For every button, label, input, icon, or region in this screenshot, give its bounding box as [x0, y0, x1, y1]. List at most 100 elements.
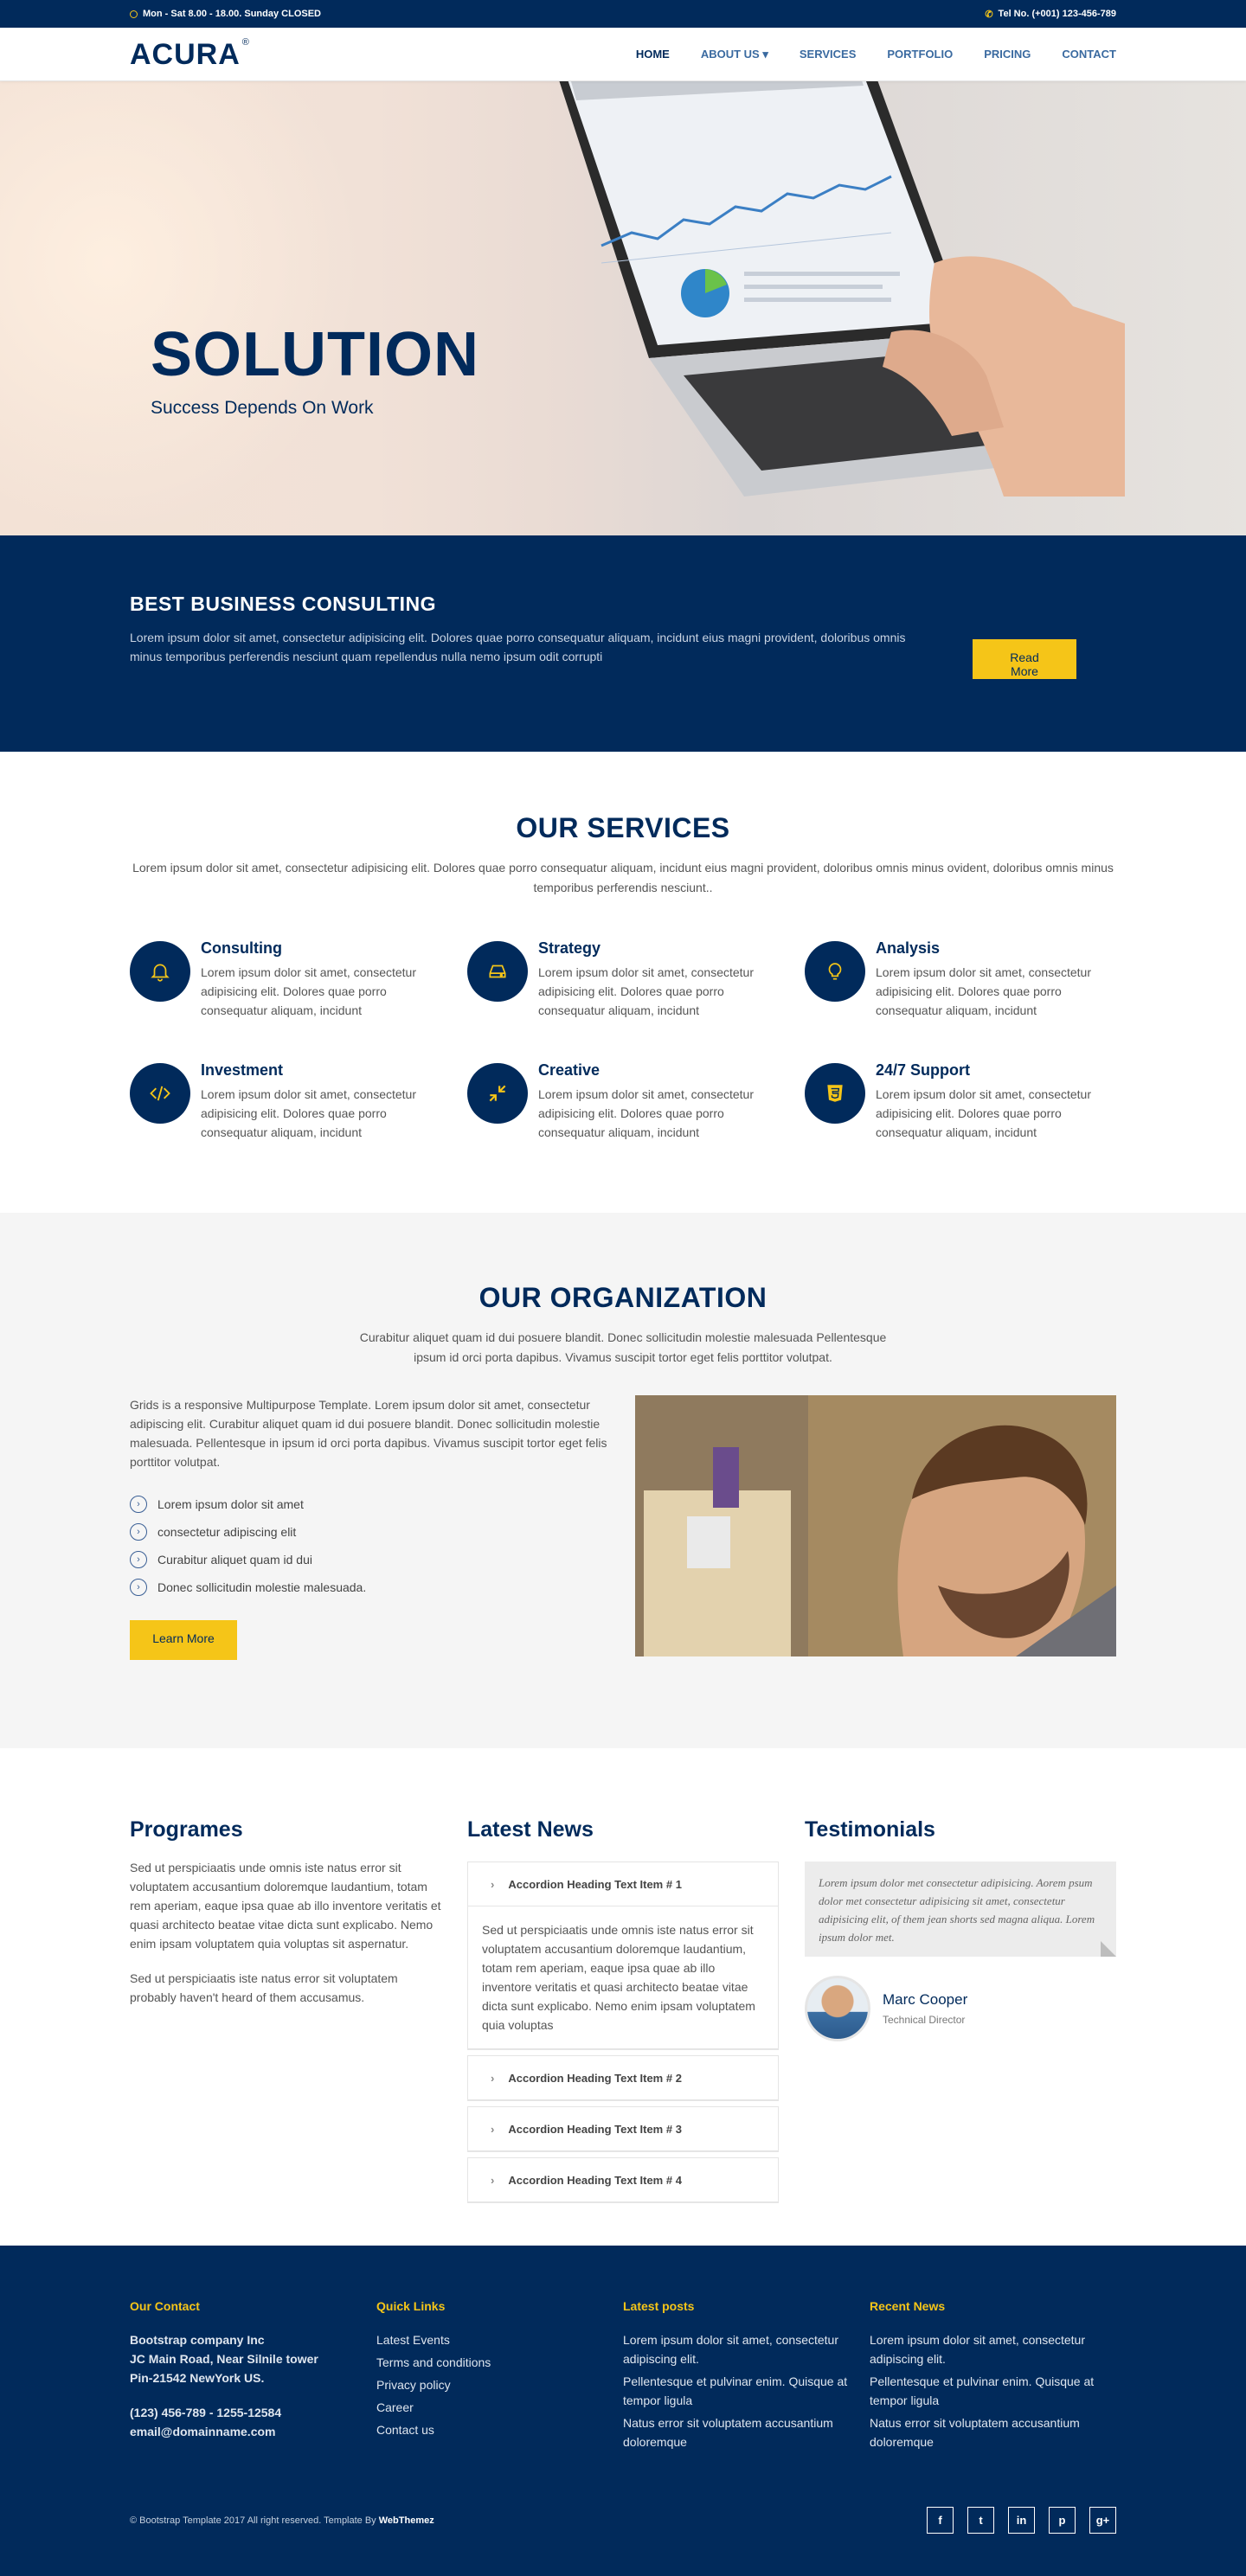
- info-columns: Programes Sed ut perspiciaatis unde omni…: [0, 1748, 1246, 2246]
- main-menu: HOME ABOUT US ▾ SERVICES PORTFOLIO PRICI…: [636, 48, 1116, 61]
- news-accordion: › Accordion Heading Text Item # 4: [467, 2157, 779, 2203]
- accordion-item: › Accordion Heading Text Item # 2: [468, 2056, 778, 2100]
- company-name: Bootstrap company Inc: [130, 2333, 265, 2347]
- recent-news-title: Recent News: [870, 2299, 946, 2313]
- hero-title: SOLUTION: [151, 320, 479, 389]
- service-item: Creative Lorem ipsum dolor sit amet, cons…: [467, 1061, 805, 1142]
- accordion-heading[interactable]: › Accordion Heading Text Item # 1: [468, 1862, 778, 1906]
- programes-title: Programes: [130, 1817, 243, 1842]
- post-link[interactable]: Natus error sit voluptatem accusantium d…: [623, 2413, 870, 2451]
- news-link[interactable]: Natus error sit voluptatem accusantium d…: [870, 2413, 1116, 2451]
- clock-icon: [130, 10, 138, 18]
- chevron-circle-icon: ›: [130, 1579, 147, 1596]
- programes-text-1: Sed ut perspiciaatis unde omnis iste nat…: [130, 1861, 441, 1951]
- hero-banner: SOLUTION Success Depends On Work: [0, 81, 1246, 535]
- testimonial-author: Marc Cooper Technical Director: [805, 1976, 1116, 2041]
- social-links: f t in p g+: [927, 2507, 1116, 2534]
- service-title: Investment: [201, 1061, 284, 1079]
- logo-text: ACURA: [130, 37, 241, 71]
- accordion-heading[interactable]: › Accordion Heading Text Item # 2: [468, 2056, 778, 2099]
- service-text: Lorem ipsum dolor sit amet, consectetur …: [201, 965, 416, 1017]
- list-item: › consectetur adipiscing elit: [130, 1518, 614, 1546]
- copyright: © Bootstrap Template 2017 All right rese…: [130, 2515, 434, 2526]
- linkedin-icon[interactable]: in: [1008, 2507, 1035, 2534]
- post-link[interactable]: Lorem ipsum dolor sit amet, consectetur …: [623, 2330, 870, 2368]
- phone-icon: ✆: [985, 9, 993, 20]
- phone-number: Tel No. (+001) 123-456-789: [998, 9, 1116, 19]
- organization-intro: Curabitur aliquet quam id dui posuere bl…: [359, 1330, 887, 1364]
- footer-latest-posts: Latest posts Lorem ipsum dolor sit amet,…: [623, 2299, 870, 2455]
- address-line-1: JC Main Road, Near Silnile tower: [130, 2352, 318, 2366]
- accordion-heading[interactable]: › Accordion Heading Text Item # 3: [468, 2107, 778, 2150]
- bell-icon: [130, 941, 190, 1002]
- google-plus-icon[interactable]: g+: [1089, 2507, 1116, 2534]
- contact-phone: (123) 456-789 - 1255-12584: [130, 2406, 282, 2419]
- organization-section: OUR ORGANIZATION Curabitur aliquet quam …: [0, 1213, 1246, 1748]
- lightbulb-icon: [805, 941, 865, 1002]
- compress-icon: [467, 1063, 528, 1124]
- accordion-item: › Accordion Heading Text Item # 3: [468, 2107, 778, 2151]
- logo[interactable]: ACURA ®: [130, 37, 250, 72]
- footer-contact-title: Our Contact: [130, 2299, 200, 2313]
- opening-hours: Mon - Sat 8.00 - 18.00. Sunday CLOSED: [143, 9, 321, 19]
- learn-more-button[interactable]: Learn More: [130, 1620, 237, 1660]
- footer-recent-news: Recent News Lorem ipsum dolor sit amet, …: [870, 2299, 1116, 2455]
- news-link[interactable]: Lorem ipsum dolor sit amet, consectetur …: [870, 2330, 1116, 2368]
- top-bar: Mon - Sat 8.00 - 18.00. Sunday CLOSED ✆ T…: [0, 0, 1246, 28]
- service-text: Lorem ipsum dolor sit amet, consectetur …: [538, 965, 754, 1017]
- footer-contact: Our Contact Bootstrap company Inc JC Mai…: [130, 2299, 376, 2455]
- facebook-icon[interactable]: f: [927, 2507, 954, 2534]
- footer-quick-links: Quick Links Latest Events Terms and cond…: [376, 2299, 623, 2455]
- consulting-band: BEST BUSINESS CONSULTING Lorem ipsum dol…: [0, 535, 1246, 752]
- accordion-body: Sed ut perspiciaatis unde omnis iste nat…: [468, 1906, 778, 2048]
- accordion-heading[interactable]: › Accordion Heading Text Item # 4: [468, 2158, 778, 2201]
- pinterest-icon[interactable]: p: [1049, 2507, 1076, 2534]
- footer-link[interactable]: Career: [376, 2398, 623, 2417]
- testimonials-title: Testimonials: [805, 1817, 935, 1842]
- registered-mark: ®: [241, 37, 250, 48]
- footer-link[interactable]: Privacy policy: [376, 2375, 623, 2394]
- nav-portfolio[interactable]: PORTFOLIO: [887, 48, 953, 61]
- footer: Our Contact Bootstrap company Inc JC Mai…: [0, 2246, 1246, 2576]
- consulting-text: Lorem ipsum dolor sit amet, consectetur …: [130, 631, 906, 663]
- service-title: Strategy: [538, 939, 601, 957]
- footer-link[interactable]: Latest Events: [376, 2330, 623, 2349]
- nav-home[interactable]: HOME: [636, 48, 670, 61]
- service-title: Analysis: [876, 939, 941, 957]
- feature-list: › Lorem ipsum dolor sit amet › consectetur…: [130, 1490, 614, 1601]
- read-more-button[interactable]: Read More: [973, 639, 1076, 679]
- accordion-item: › Accordion Heading Text Item # 4: [468, 2158, 778, 2202]
- news-accordion: › Accordion Heading Text Item # 2: [467, 2055, 779, 2101]
- latest-news-title: Latest News: [467, 1817, 594, 1842]
- contact-email[interactable]: email@domainname.com: [130, 2422, 376, 2441]
- service-title: Creative: [538, 1061, 601, 1079]
- nav-pricing[interactable]: PRICING: [984, 48, 1031, 61]
- chevron-right-icon: ›: [491, 2122, 495, 2136]
- code-icon: [130, 1063, 190, 1124]
- footer-link[interactable]: Contact us: [376, 2420, 623, 2439]
- laptop-image: [559, 81, 1125, 497]
- twitter-icon[interactable]: t: [967, 2507, 994, 2534]
- service-item: Consulting Lorem ipsum dolor sit amet, co…: [130, 939, 467, 1020]
- testimonials-column: Testimonials Lorem ipsum dolor met conse…: [805, 1817, 1116, 2203]
- news-link[interactable]: Pellentesque et pulvinar enim. Quisque a…: [870, 2372, 1116, 2410]
- services-title: OUR SERVICES: [516, 812, 730, 843]
- post-link[interactable]: Pellentesque et pulvinar enim. Quisque a…: [623, 2372, 870, 2410]
- chevron-right-icon: ›: [491, 2173, 495, 2187]
- chevron-circle-icon: ›: [130, 1551, 147, 1568]
- nav-services[interactable]: SERVICES: [800, 48, 857, 61]
- footer-link[interactable]: Terms and conditions: [376, 2353, 623, 2372]
- author-name: Marc Cooper: [883, 1991, 968, 2008]
- service-title: 24/7 Support: [876, 1061, 971, 1079]
- nav-contact[interactable]: CONTACT: [1062, 48, 1116, 61]
- quick-links-title: Quick Links: [376, 2299, 446, 2313]
- service-item: 24/7 Support Lorem ipsum dolor sit amet, …: [805, 1061, 1142, 1142]
- organization-title: OUR ORGANIZATION: [478, 1282, 768, 1313]
- service-text: Lorem ipsum dolor sit amet, consectetur …: [201, 1087, 416, 1139]
- hero-subtitle: Success Depends On Work: [151, 398, 374, 418]
- organization-paragraph: Grids is a responsive Multipurpose Templ…: [130, 1398, 607, 1469]
- service-item: Strategy Lorem ipsum dolor sit amet, cons…: [467, 939, 805, 1020]
- html5-icon: [805, 1063, 865, 1124]
- nav-about-us[interactable]: ABOUT US ▾: [701, 48, 768, 61]
- brand-link[interactable]: WebThemez: [379, 2515, 434, 2526]
